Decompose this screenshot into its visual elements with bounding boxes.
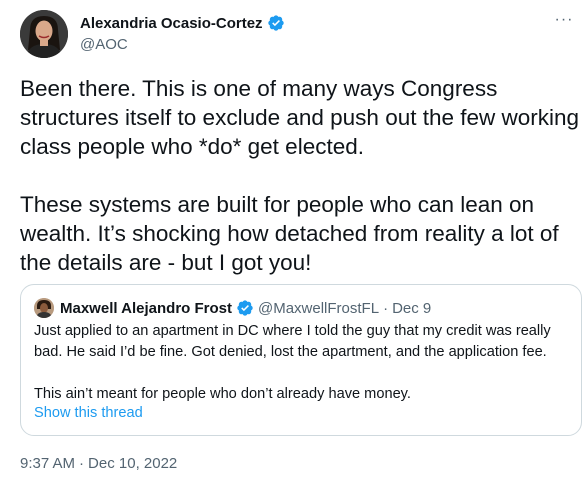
quoted-tweet-text: Just applied to an apartment in DC where… — [34, 321, 574, 405]
quoted-author-name: Maxwell Alejandro Frost — [60, 299, 232, 317]
separator-dot: · — [383, 299, 389, 317]
timestamp-time[interactable]: 9:37 AM — [20, 455, 75, 472]
separator-dot: · — [79, 455, 85, 472]
quoted-tweet-header: Maxwell Alejandro Frost @MaxwellFrostFL … — [34, 298, 431, 318]
quoted-tweet-paragraph: Just applied to an apartment in DC where… — [34, 323, 551, 360]
quoted-tweet-paragraph: This ain’t meant for people who don’t al… — [34, 386, 411, 402]
verified-badge-icon — [267, 14, 285, 32]
tweet-timestamp: 9:37 AM · Dec 10, 2022 — [20, 455, 177, 472]
more-icon[interactable]: ··· — [549, 8, 579, 32]
quoted-author-handle: @MaxwellFrostFL — [257, 299, 380, 317]
tweet-paragraph: Been there. This is one of many ways Con… — [20, 76, 580, 159]
verified-badge-icon — [236, 299, 254, 317]
tweet-paragraph: These systems are built for people who c… — [20, 192, 559, 275]
timestamp-date[interactable]: Dec 10, 2022 — [88, 455, 177, 472]
author-handle[interactable]: @AOC — [80, 36, 128, 53]
quoted-tweet-card[interactable]: Maxwell Alejandro Frost @MaxwellFrostFL … — [20, 284, 582, 436]
author-display-name[interactable]: Alexandria Ocasio-Cortez — [80, 15, 263, 32]
show-thread-link[interactable]: Show this thread — [34, 405, 143, 421]
author-name-row: Alexandria Ocasio-Cortez — [80, 14, 285, 32]
tweet-text: Been there. This is one of many ways Con… — [20, 74, 580, 277]
quoted-author-avatar — [34, 298, 54, 318]
author-avatar[interactable] — [20, 10, 68, 58]
quoted-tweet-date: Dec 9 — [392, 299, 432, 317]
